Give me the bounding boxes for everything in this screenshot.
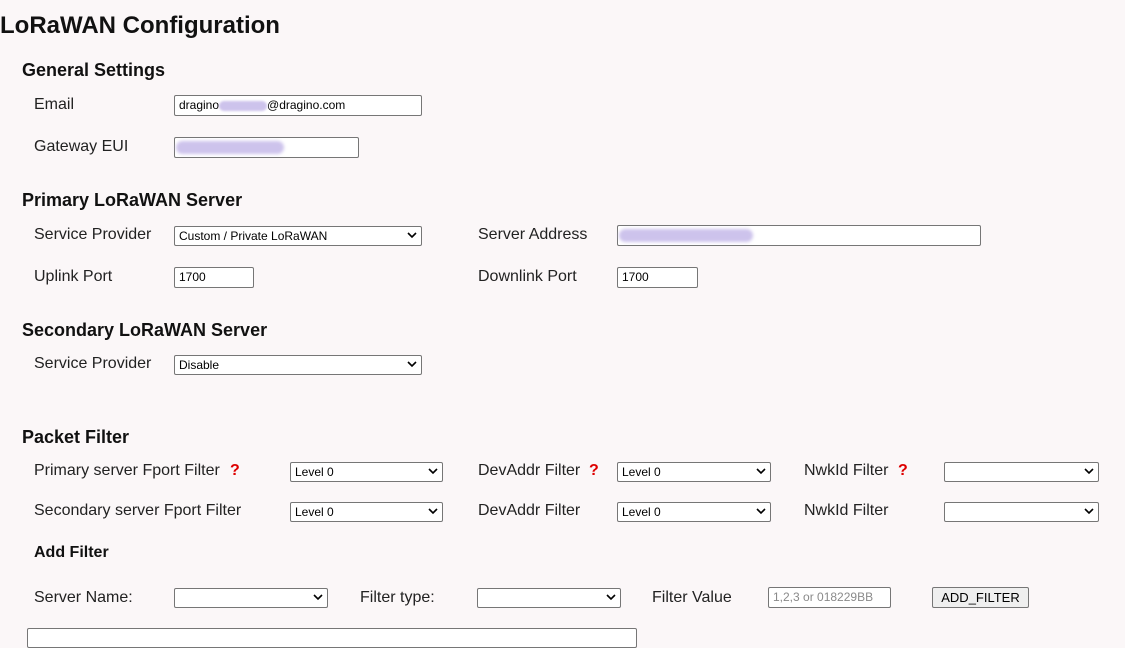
chevron-down-icon (407, 361, 417, 368)
secondary-devaddr-filter-value: Level 0 (622, 505, 661, 519)
secondary-service-provider-select[interactable]: Disable (174, 355, 422, 375)
filter-type-label: Filter type: (360, 589, 435, 606)
filter-value-input[interactable]: 1,2,3 or 018229BB (768, 587, 891, 608)
chevron-down-icon (428, 508, 438, 515)
primary-service-provider-label: Service Provider (34, 226, 152, 243)
packet-filter-heading: Packet Filter (22, 427, 130, 447)
secondary-devaddr-filter-label: DevAddr Filter (478, 502, 581, 519)
primary-devaddr-filter-value: Level 0 (622, 465, 661, 479)
email-field[interactable]: dragino @dragino.com (174, 95, 422, 116)
filter-list-box[interactable] (27, 628, 637, 648)
primary-devaddr-filter-select[interactable]: Level 0 (617, 462, 771, 482)
chevron-down-icon (1084, 508, 1094, 515)
secondary-server-heading: Secondary LoRaWAN Server (22, 320, 268, 340)
uplink-port-field[interactable]: 1700 (174, 267, 254, 288)
primary-service-provider-value: Custom / Private LoRaWAN (179, 229, 328, 243)
server-name-select[interactable] (174, 588, 328, 608)
secondary-service-provider-label: Service Provider (34, 355, 152, 372)
primary-fport-filter-select[interactable]: Level 0 (290, 462, 443, 482)
chevron-down-icon (756, 468, 766, 475)
primary-server-heading: Primary LoRaWAN Server (22, 190, 243, 210)
add-filter-button[interactable]: ADD_FILTER (932, 587, 1029, 608)
filter-value-label: Filter Value (652, 589, 732, 606)
page-title: LoRaWAN Configuration (0, 12, 280, 39)
chevron-down-icon (606, 594, 616, 601)
server-name-label: Server Name: (34, 589, 133, 606)
secondary-service-provider-value: Disable (179, 358, 220, 372)
email-prefix: dragino (179, 98, 220, 112)
downlink-port-label: Downlink Port (478, 268, 577, 285)
uplink-port-label: Uplink Port (34, 268, 113, 285)
chevron-down-icon (407, 232, 417, 239)
secondary-nwkid-filter-select[interactable] (944, 502, 1099, 522)
email-redaction (219, 100, 268, 111)
secondary-fport-filter-label: Secondary server Fport Filter (34, 502, 242, 519)
help-icon[interactable]: ? (898, 462, 908, 480)
secondary-devaddr-filter-select[interactable]: Level 0 (617, 502, 771, 522)
server-address-redaction (619, 229, 753, 242)
primary-fport-filter-label: Primary server Fport Filter (34, 462, 220, 479)
general-settings-heading: General Settings (22, 60, 166, 80)
primary-service-provider-select[interactable]: Custom / Private LoRaWAN (174, 226, 422, 246)
primary-nwkid-filter-select[interactable] (944, 462, 1099, 482)
downlink-port-field[interactable]: 1700 (617, 267, 698, 288)
help-icon[interactable]: ? (230, 462, 240, 480)
primary-fport-filter-value: Level 0 (295, 465, 334, 479)
secondary-fport-filter-value: Level 0 (295, 505, 334, 519)
email-suffix: @dragino.com (267, 98, 346, 112)
chevron-down-icon (756, 508, 766, 515)
primary-devaddr-filter-label: DevAddr Filter (478, 462, 581, 479)
email-label: Email (34, 96, 75, 113)
server-address-label: Server Address (478, 226, 588, 243)
gateway-eui-redaction (176, 141, 284, 154)
secondary-nwkid-filter-label: NwkId Filter (804, 502, 889, 519)
filter-type-select[interactable] (477, 588, 621, 608)
chevron-down-icon (313, 594, 323, 601)
chevron-down-icon (1084, 468, 1094, 475)
secondary-fport-filter-select[interactable]: Level 0 (290, 502, 443, 522)
filter-value-placeholder: 1,2,3 or 018229BB (773, 590, 874, 604)
chevron-down-icon (428, 468, 438, 475)
help-icon[interactable]: ? (589, 462, 599, 480)
add-filter-heading: Add Filter (34, 544, 109, 561)
gateway-eui-label: Gateway EUI (34, 138, 129, 155)
primary-nwkid-filter-label: NwkId Filter (804, 462, 889, 479)
